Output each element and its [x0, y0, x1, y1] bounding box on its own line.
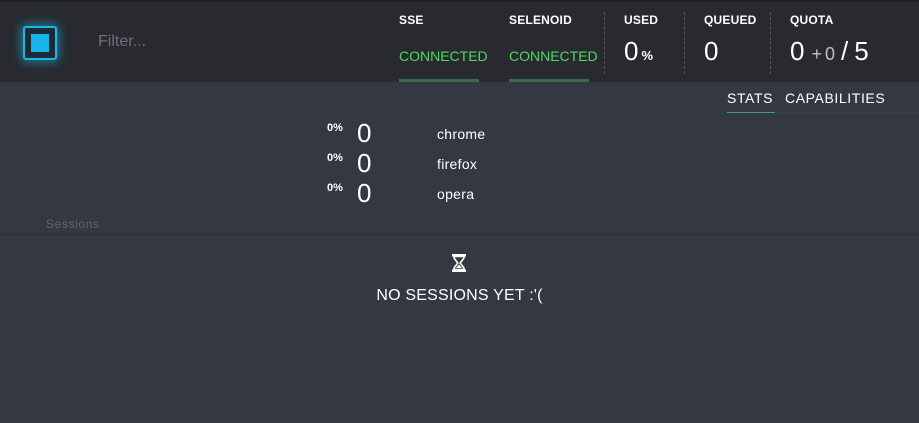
header-divider — [604, 12, 605, 74]
browser-stat-row: 0% 0 chrome — [0, 118, 919, 148]
hourglass-icon — [452, 254, 466, 272]
quota-plus: + — [811, 44, 822, 64]
sse-status: SSE CONNECTED — [399, 2, 499, 82]
tab-stats[interactable]: STATS — [727, 90, 773, 106]
browser-name: firefox — [437, 156, 478, 172]
tab-capabilities[interactable]: CAPABILITIES — [785, 90, 885, 106]
browser-stat-row: 0% 0 opera — [0, 178, 919, 208]
browser-stat-row: 0% 0 firefox — [0, 148, 919, 178]
browser-percent: 0% — [327, 152, 343, 164]
used-unit: % — [641, 48, 654, 63]
quota-slash: / — [841, 36, 849, 66]
sse-label: SSE — [399, 13, 424, 27]
selenoid-label: SELENOID — [509, 13, 572, 27]
logo[interactable] — [23, 26, 57, 60]
quota-pending: 0 — [824, 44, 835, 64]
header-divider — [684, 12, 685, 74]
browser-count: 0 — [357, 178, 372, 208]
quota-value: 0 — [790, 36, 805, 66]
logo-frame — [23, 26, 57, 60]
logo-square-icon — [31, 34, 49, 52]
no-sessions-message: NO SESSIONS YET :'( — [376, 287, 543, 304]
sessions-label: Sessions — [46, 217, 100, 231]
selenoid-status-value: CONNECTED — [509, 48, 598, 64]
filter-input[interactable] — [98, 29, 338, 55]
header-divider — [770, 12, 771, 74]
header-bar: SSE CONNECTED SELENOID CONNECTED USED 0%… — [0, 0, 919, 82]
quota-stat: QUOTA 0 +0/5 — [790, 2, 910, 82]
sse-status-value: CONNECTED — [399, 48, 488, 64]
used-stat: USED 0% — [624, 2, 684, 82]
used-label: USED — [624, 13, 659, 27]
used-value-wrap: 0% — [624, 36, 653, 67]
browser-count: 0 — [357, 118, 372, 148]
selenoid-status: SELENOID CONNECTED — [509, 2, 604, 82]
tab-active-indicator — [727, 112, 775, 113]
quota-value-wrap: 0 +0/5 — [790, 36, 869, 67]
browser-name: opera — [437, 186, 475, 202]
browser-count: 0 — [357, 148, 372, 178]
queued-label: QUEUED — [704, 13, 757, 27]
view-tabs: STATS CAPABILITIES — [0, 82, 919, 116]
sessions-divider — [0, 234, 919, 235]
tab-underline — [775, 112, 919, 113]
browser-stats: 0% 0 chrome 0% 0 firefox 0% 0 opera — [0, 118, 919, 208]
browser-percent: 0% — [327, 182, 343, 194]
queued-value: 0 — [704, 36, 719, 66]
app: SSE CONNECTED SELENOID CONNECTED USED 0%… — [0, 0, 919, 423]
quota-label: QUOTA — [790, 13, 834, 27]
quota-total: 5 — [854, 36, 869, 66]
queued-stat: QUEUED 0 — [704, 2, 770, 82]
browser-percent: 0% — [327, 122, 343, 134]
used-value: 0 — [624, 36, 639, 66]
browser-name: chrome — [437, 126, 486, 142]
